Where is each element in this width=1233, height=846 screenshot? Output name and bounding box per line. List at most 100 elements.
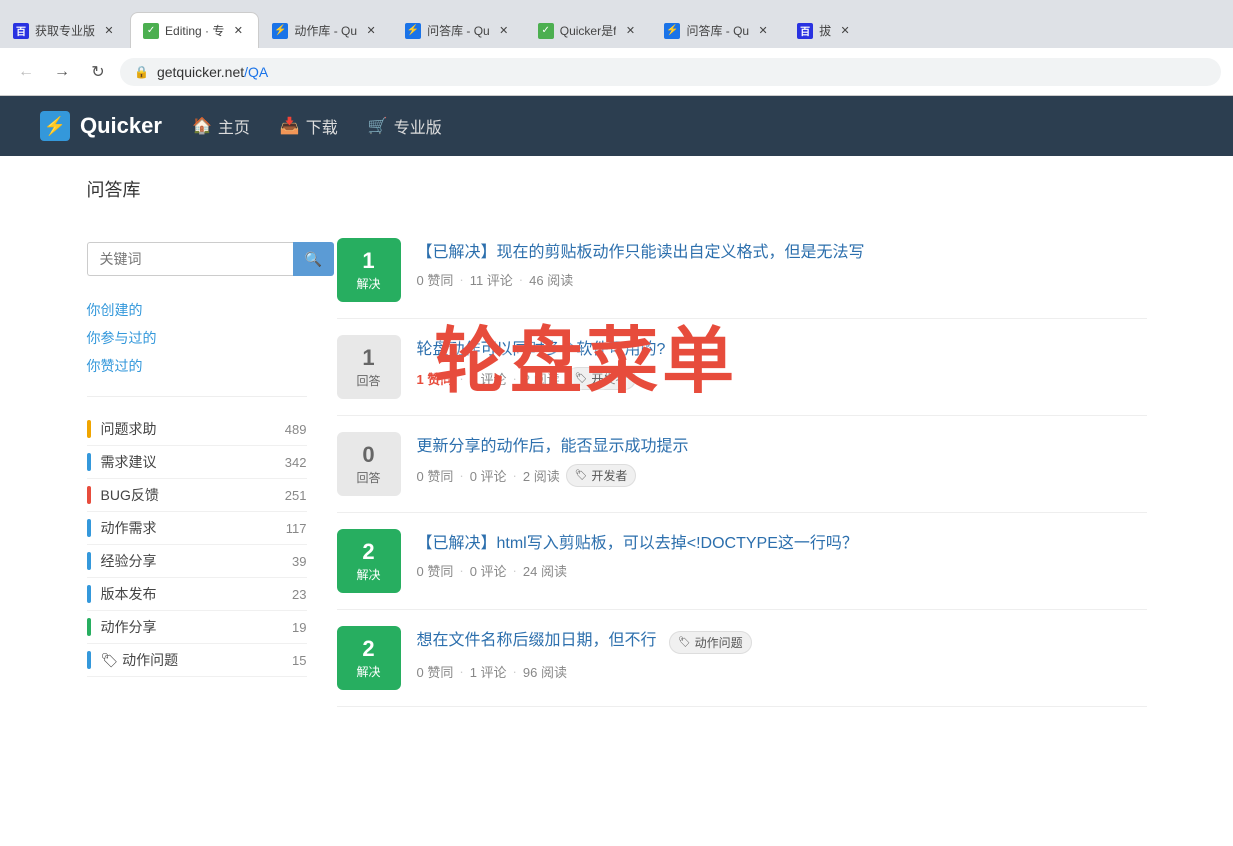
forward-button[interactable]: →	[48, 58, 76, 86]
url-path: /QA	[244, 64, 268, 80]
nav-pro-label: 专业版	[394, 114, 442, 138]
tab-label-4: 问答库 - Qu	[427, 22, 490, 39]
tag-label-5: 动作问题	[695, 634, 743, 651]
category-count-release: 23	[292, 587, 306, 602]
nav-home[interactable]: 🏠 主页	[192, 114, 250, 138]
tab-3[interactable]: ⚡ 动作库 - Qu ✕	[259, 12, 392, 48]
question-item-4: 2 解决 【已解决】html写入剪贴板，可以去掉<!DOCTYPE这一行吗？ 0…	[337, 513, 1147, 610]
search-box: 🔍	[87, 242, 307, 276]
meta-likes-3: 0 赞同	[417, 466, 454, 485]
tag-badge-developer-3: 🏷 开发者	[566, 464, 637, 487]
answer-badge-5: 2 解决	[337, 626, 401, 690]
search-button[interactable]: 🔍	[293, 242, 334, 276]
tab-6[interactable]: ⚡ 问答库 - Qu ✕	[651, 12, 784, 48]
category-count-bug: 251	[285, 488, 307, 503]
category-item-share[interactable]: 动作分享 19	[87, 611, 307, 644]
question-title-2[interactable]: 轮盘动作可以同时多个软件可用的?	[417, 335, 1147, 359]
category-name-help: 问题求助	[101, 419, 285, 439]
sidebar-link-participated[interactable]: 你参与过的	[87, 324, 307, 352]
category-count-exp: 39	[292, 554, 306, 569]
tab-close-7[interactable]: ✕	[837, 23, 853, 39]
sidebar-link-created[interactable]: 你创建的	[87, 296, 307, 324]
tab-4[interactable]: ⚡ 问答库 - Qu ✕	[392, 12, 525, 48]
meta-comments-5: 1 评论	[470, 662, 507, 681]
site-logo[interactable]: ⚡ Quicker	[40, 111, 162, 141]
sidebar-link-liked[interactable]: 你赞过的	[87, 352, 307, 380]
answer-count-3: 0	[362, 442, 374, 468]
nav-download[interactable]: 📥 下载	[280, 114, 338, 138]
nav-home-label: 主页	[218, 114, 250, 138]
category-color-feature	[87, 453, 91, 471]
question-title-1[interactable]: 【已解决】现在的剪贴板动作只能读出自定义格式，但是无法写	[417, 238, 1147, 262]
nav-download-label: 下载	[306, 114, 338, 138]
website-content: ⚡ Quicker 🏠 主页 📥 下载 🛒 专业版 问答库 轮盘菜单	[0, 96, 1233, 846]
answer-label-2: 回答	[356, 372, 380, 389]
reload-button[interactable]: ↻	[84, 58, 112, 86]
question-title-4[interactable]: 【已解决】html写入剪贴板，可以去掉<!DOCTYPE这一行吗？	[417, 529, 1147, 553]
back-button[interactable]: ←	[12, 58, 40, 86]
tab-close-5[interactable]: ✕	[622, 23, 638, 39]
tab-favicon-3: ⚡	[272, 23, 288, 39]
answer-count-2: 1	[362, 345, 374, 371]
category-item-exp[interactable]: 经验分享 39	[87, 545, 307, 578]
download-icon: 📥	[280, 116, 300, 136]
tab-1[interactable]: 百 获取专业版 ✕	[0, 12, 130, 48]
answer-label-3: 回答	[356, 469, 380, 486]
question-body-1: 【已解决】现在的剪贴板动作只能读出自定义格式，但是无法写 0 赞同 · 11 评…	[417, 238, 1147, 302]
tag-icon-3: 🏷	[575, 470, 588, 481]
category-item-help[interactable]: 问题求助 489	[87, 413, 307, 446]
answer-badge-3: 0 回答	[337, 432, 401, 496]
question-meta-3: 0 赞同 · 0 评论 · 2 阅读 🏷 开发者	[417, 464, 1147, 487]
question-title-3[interactable]: 更新分享的动作后，能否显示成功提示	[417, 432, 1147, 456]
url-bar[interactable]: 🔒 getquicker.net/QA	[120, 58, 1221, 86]
tab-close-1[interactable]: ✕	[101, 23, 117, 39]
tab-7[interactable]: 百 拔 ✕	[784, 12, 866, 48]
meta-reads-4: 24 阅读	[523, 561, 567, 580]
url-text: getquicker.net/QA	[157, 64, 268, 80]
category-name-action-q: 🏷 动作问题	[101, 650, 293, 670]
question-meta-2: 1 赞同 · 0 评论 · 2 阅读 🏷 开发者	[417, 367, 1147, 390]
tab-label-3: 动作库 - Qu	[294, 22, 357, 39]
tab-favicon-7: 百	[797, 23, 813, 39]
sidebar: 🔍 你创建的 你参与过的 你赞过的 问题求助 489 需求建议 342	[87, 222, 307, 707]
question-item-2: 1 回答 轮盘动作可以同时多个软件可用的? 1 赞同 · 0 评论 · 2 阅读	[337, 319, 1147, 416]
breadcrumb-area: 问答库	[67, 156, 1167, 202]
category-color-help	[87, 420, 91, 438]
tag-icon-2: 🏷	[575, 373, 588, 384]
tab-close-3[interactable]: ✕	[363, 23, 379, 39]
search-input[interactable]	[87, 242, 293, 276]
answer-label-5: 解决	[356, 663, 380, 680]
category-item-action[interactable]: 动作需求 117	[87, 512, 307, 545]
question-title-5[interactable]: 想在文件名称后缀加日期，但不行 🏷 动作问题	[417, 626, 1147, 654]
page-layout: 轮盘菜单 🔍 你创建的 你参与过的 你赞过的 问题求助 489	[67, 202, 1167, 727]
category-color-action	[87, 519, 91, 537]
tab-5[interactable]: ✓ Quicker是f ✕	[525, 12, 652, 48]
question-body-4: 【已解决】html写入剪贴板，可以去掉<!DOCTYPE这一行吗？ 0 赞同 ·…	[417, 529, 1147, 593]
tab-close-6[interactable]: ✕	[755, 23, 771, 39]
meta-likes-4: 0 赞同	[417, 561, 454, 580]
tab-favicon-1: 百	[13, 23, 29, 39]
category-item-bug[interactable]: BUG反馈 251	[87, 479, 307, 512]
question-meta-4: 0 赞同 · 0 评论 · 24 阅读	[417, 561, 1147, 580]
category-color-action-q	[87, 651, 91, 669]
tab-close-2[interactable]: ✕	[230, 23, 246, 39]
answer-count-1: 1	[362, 248, 374, 274]
lock-icon: 🔒	[134, 65, 149, 79]
logo-text: Quicker	[80, 113, 162, 139]
tag-icon-5: 🏷	[678, 637, 691, 648]
tab-favicon-4: ⚡	[405, 23, 421, 39]
meta-likes-1: 0 赞同	[417, 270, 454, 289]
answer-badge-2: 1 回答	[337, 335, 401, 399]
meta-reads-5: 96 阅读	[523, 662, 567, 681]
category-count-help: 489	[285, 422, 307, 437]
tab-label-5: Quicker是f	[560, 22, 617, 39]
tab-close-4[interactable]: ✕	[496, 23, 512, 39]
tab-2[interactable]: ✓ Editing · 专 ✕	[130, 12, 259, 48]
logo-icon: ⚡	[40, 111, 70, 141]
category-color-bug	[87, 486, 91, 504]
category-item-action-q[interactable]: 🏷 动作问题 15	[87, 644, 307, 677]
category-item-release[interactable]: 版本发布 23	[87, 578, 307, 611]
nav-pro[interactable]: 🛒 专业版	[368, 114, 442, 138]
category-item-feature[interactable]: 需求建议 342	[87, 446, 307, 479]
answer-label-1: 解决	[356, 275, 380, 292]
